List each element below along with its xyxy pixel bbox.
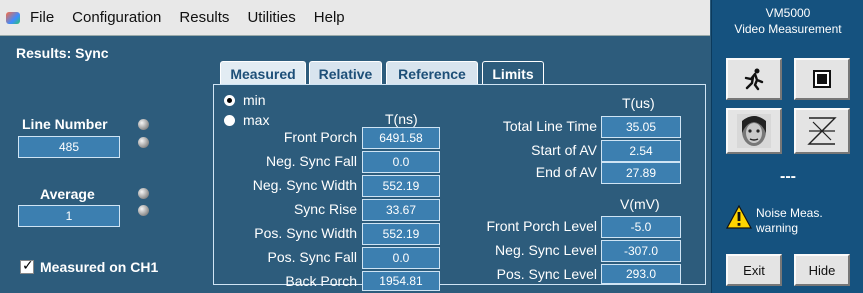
picture-view-button[interactable] bbox=[726, 108, 782, 154]
menu-results[interactable]: Results bbox=[179, 9, 229, 26]
app-name: VM5000 bbox=[765, 6, 811, 20]
line-number-field[interactable]: 485 bbox=[18, 136, 120, 158]
line-number-knob-icon[interactable] bbox=[138, 119, 149, 130]
measured-on-checkbox[interactable]: Measured on CH1 bbox=[20, 258, 159, 275]
pos-sync-fall-label: Pos. Sync Fall bbox=[267, 249, 357, 265]
line-number-fine-knob-icon[interactable] bbox=[138, 137, 149, 148]
measured-on-label: Measured on CH1 bbox=[40, 259, 159, 275]
pos-sync-width-value: 552.19 bbox=[362, 223, 440, 245]
voltage-mv-header: V(mV) bbox=[620, 196, 660, 212]
stop-square-icon bbox=[813, 70, 831, 88]
back-porch-label: Back Porch bbox=[285, 273, 357, 289]
tab-measured[interactable]: Measured bbox=[220, 61, 306, 85]
measured-panel: min max T(ns) Front Porch 6491.58 Neg. S… bbox=[213, 84, 706, 291]
radio-max-label: max bbox=[243, 112, 270, 128]
line-number-label: Line Number bbox=[22, 116, 108, 132]
back-porch-value: 1954.81 bbox=[362, 271, 440, 291]
tab-reference[interactable]: Reference bbox=[386, 61, 478, 85]
average-fine-knob-icon[interactable] bbox=[138, 205, 149, 216]
radio-selected-icon[interactable] bbox=[224, 94, 235, 106]
tab-relative[interactable]: Relative bbox=[309, 61, 382, 85]
menu-bar: File Configuration Results Utilities Hel… bbox=[0, 0, 710, 36]
neg-sync-fall-label: Neg. Sync Fall bbox=[265, 153, 357, 169]
xy-waveform-icon bbox=[807, 117, 837, 145]
warning-line-2: warning bbox=[756, 221, 799, 235]
exit-button[interactable]: Exit bbox=[726, 254, 782, 286]
menu-file[interactable]: File bbox=[30, 9, 54, 26]
neg-sync-width-value: 552.19 bbox=[362, 175, 440, 197]
side-panel: VM5000 Video Measurement --- Noise Meas.… bbox=[711, 0, 863, 293]
end-of-av-label: End of AV bbox=[535, 164, 597, 180]
total-line-time-label: Total Line Time bbox=[502, 118, 597, 134]
warning-line-1: Noise Meas. bbox=[756, 206, 823, 220]
main-panel: Results: Sync Line Number 485 Average 1 … bbox=[0, 37, 710, 293]
end-of-av-value: 27.89 bbox=[601, 162, 681, 184]
front-porch-level-label: Front Porch Level bbox=[486, 218, 598, 234]
page-title: Results: Sync bbox=[16, 45, 109, 61]
warning-icon bbox=[726, 205, 752, 229]
average-field[interactable]: 1 bbox=[18, 205, 120, 227]
pos-sync-fall-value: 0.0 bbox=[362, 247, 440, 269]
neg-sync-level-value: -307.0 bbox=[601, 240, 681, 262]
average-knob-icon[interactable] bbox=[138, 188, 149, 199]
checkbox-checked-icon[interactable] bbox=[20, 258, 34, 274]
neg-sync-width-label: Neg. Sync Width bbox=[252, 177, 357, 193]
total-line-time-value: 35.05 bbox=[601, 116, 681, 138]
radio-unselected-icon[interactable] bbox=[224, 114, 235, 126]
radio-min-label: min bbox=[243, 92, 266, 108]
app-window: File Configuration Results Utilities Hel… bbox=[0, 0, 863, 293]
neg-sync-level-label: Neg. Sync Level bbox=[495, 242, 597, 258]
hide-button[interactable]: Hide bbox=[794, 254, 850, 286]
stop-button[interactable] bbox=[794, 58, 850, 100]
sync-rise-value: 33.67 bbox=[362, 199, 440, 221]
face-image-icon bbox=[737, 114, 771, 148]
app-logo-icon bbox=[4, 9, 22, 27]
front-porch-level-value: -5.0 bbox=[601, 216, 681, 238]
front-porch-value: 6491.58 bbox=[362, 127, 440, 149]
time-us-header: T(us) bbox=[622, 95, 655, 111]
menu-configuration[interactable]: Configuration bbox=[72, 9, 161, 26]
neg-sync-fall-value: 0.0 bbox=[362, 151, 440, 173]
front-porch-label: Front Porch bbox=[283, 129, 357, 145]
warning-message: Noise Meas. warning bbox=[756, 206, 823, 236]
app-subtitle: Video Measurement bbox=[734, 22, 842, 36]
radio-min[interactable]: min bbox=[224, 92, 266, 108]
pos-sync-width-label: Pos. Sync Width bbox=[254, 225, 357, 241]
menu-utilities[interactable]: Utilities bbox=[247, 9, 295, 26]
pos-sync-level-value: 293.0 bbox=[601, 264, 681, 284]
tab-limits[interactable]: Limits bbox=[482, 61, 544, 85]
start-of-av-value: 2.54 bbox=[601, 140, 681, 162]
average-label: Average bbox=[40, 186, 95, 202]
running-man-icon bbox=[744, 68, 764, 91]
waveform-view-button[interactable] bbox=[794, 108, 850, 154]
start-of-av-label: Start of AV bbox=[531, 142, 597, 158]
sync-rise-label: Sync Rise bbox=[293, 201, 357, 217]
status-text: --- bbox=[780, 168, 796, 185]
menu-help[interactable]: Help bbox=[314, 9, 345, 26]
time-ns-header: T(ns) bbox=[385, 111, 418, 127]
pos-sync-level-label: Pos. Sync Level bbox=[496, 266, 597, 282]
run-button[interactable] bbox=[726, 58, 782, 100]
radio-max[interactable]: max bbox=[224, 112, 269, 128]
